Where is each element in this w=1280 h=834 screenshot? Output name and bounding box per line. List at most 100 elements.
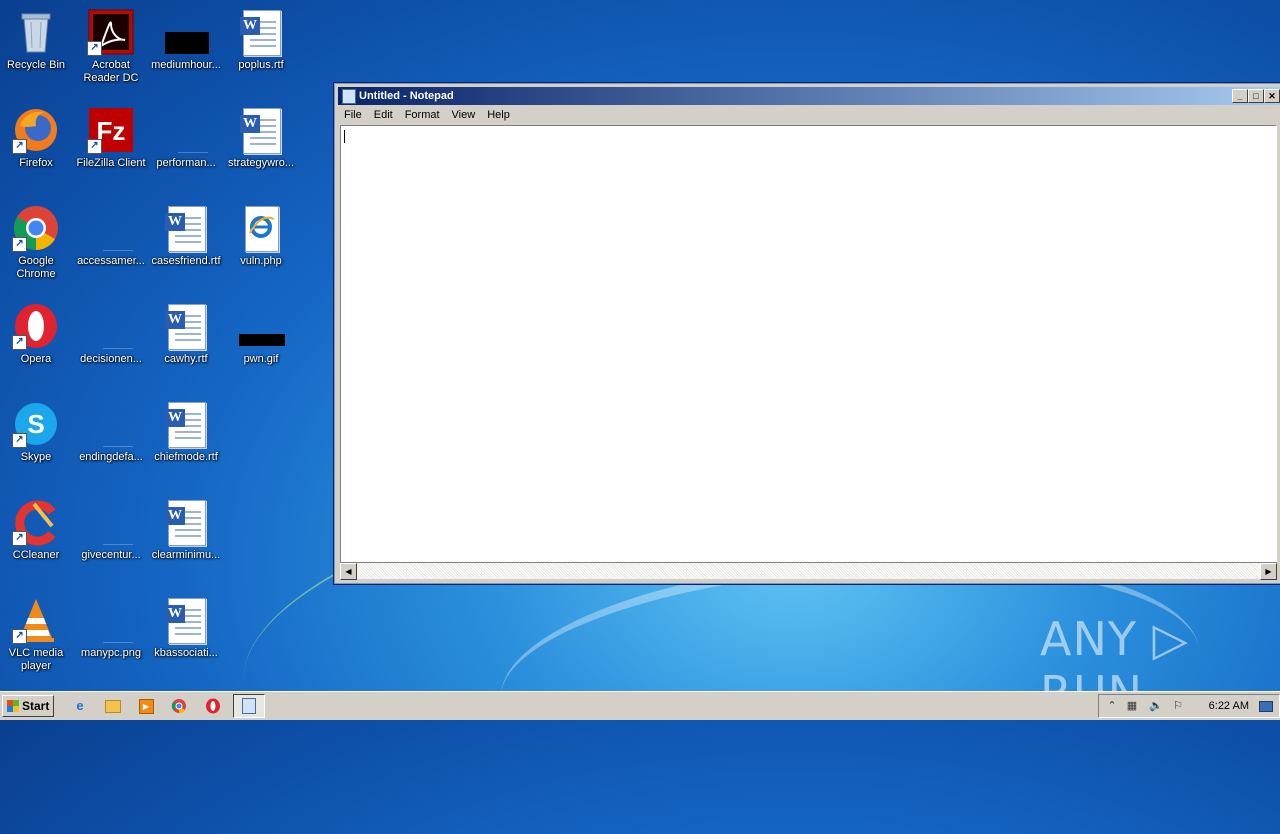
recycle-bin-icon [12,8,60,56]
clock[interactable]: 6:22 AM [1209,695,1249,717]
desktop-icon-opera[interactable]: ↗ Opera [0,298,74,388]
desktop-icon-skype[interactable]: S ↗ Skype [0,396,74,486]
desktop-icon-label: CCleaner [12,549,60,561]
desktop-icon-label: cawhy.rtf [164,353,208,365]
desktop-icon-label: poplus.rtf [238,59,284,71]
file-icon [87,400,135,448]
desktop-icon-accessamer[interactable]: accessamer... [73,200,149,290]
desktop-icon-clearminimu[interactable]: W clearminimu... [148,494,224,584]
desktop-icon-label: Google Chrome [16,255,56,280]
menu-view[interactable]: View [446,107,482,124]
taskbar-notepad-button[interactable] [233,694,265,718]
desktop-icon-strategywro[interactable]: W strategywro... [223,102,299,192]
desktop-icon-label: performan... [156,157,216,169]
skype-icon: S ↗ [12,400,60,448]
desktop-icon-givecentur[interactable]: givecentur... [73,494,149,584]
desktop-icon-filezilla[interactable]: Fz ↗ FileZilla Client [73,102,149,192]
desktop-icon-label: Skype [20,451,52,463]
word-doc-icon: W [162,400,210,448]
opera-icon: ↗ [12,302,60,350]
chrome-launch-icon[interactable] [170,697,188,715]
start-button[interactable]: Start [2,695,54,717]
desktop-icon-endingdefa[interactable]: endingdefa... [73,396,149,486]
desktop-icon-manypc[interactable]: manypc.png [73,592,149,682]
window-title: Untitled - Notepad [359,90,454,102]
desktop-icon-pwn-gif[interactable]: pwn.gif [223,298,299,388]
menu-file[interactable]: File [338,107,368,124]
window-titlebar[interactable]: Untitled - Notepad _ □ ✕ [338,87,1280,105]
menu-edit[interactable]: Edit [368,107,399,124]
desktop-icon-vuln-php[interactable]: vuln.php [223,200,299,290]
file-icon [87,204,135,252]
desktop-icon-ccleaner[interactable]: ↗ CCleaner [0,494,74,584]
action-center-flag-icon[interactable]: ⚐ [1171,699,1185,713]
windows-logo-icon [7,700,19,712]
desktop-icon-label: manypc.png [81,647,141,659]
desktop-icon-label: VLC media player [8,647,64,672]
opera-launch-icon[interactable] [204,697,222,715]
desktop-icon-chiefmode[interactable]: W chiefmode.rtf [148,396,224,486]
desktop-icon-firefox[interactable]: ↗ Firefox [0,102,74,192]
desktop-icon-label: Firefox [19,157,53,169]
system-tray: ⌃ ▦ 🔈 ⚐ 6:22 AM [1098,694,1280,718]
desktop-icon-cawhy[interactable]: W cawhy.rtf [148,298,224,388]
desktop-icon-label: clearminimu... [151,549,221,561]
shortcut-arrow-icon: ↗ [12,335,27,350]
desktop-icon-decisionen[interactable]: decisionen... [73,298,149,388]
shortcut-arrow-icon: ↗ [12,237,27,252]
file-icon [162,106,210,154]
taskbar: Start e ▶ ⌃ ▦ 🔈 ⚐ 6:22 AM [0,691,1280,720]
desktop-icon-label: Opera [20,353,52,365]
maximize-button[interactable]: □ [1248,89,1264,103]
desktop-icon-label: pwn.gif [243,353,279,365]
minimize-button[interactable]: _ [1232,89,1248,103]
ie-launch-icon[interactable]: e [71,697,89,715]
desktop-icon-chrome[interactable]: ↗ Google Chrome [0,200,74,290]
notepad-icon [342,89,356,104]
file-icon [87,596,135,644]
menu-bar: File Edit Format View Help [338,107,1280,124]
desktop-icon-vlc[interactable]: ↗ VLC media player [0,592,74,682]
show-desktop-icon[interactable] [1259,699,1273,713]
text-editor[interactable] [340,125,1277,567]
firefox-icon: ↗ [12,106,60,154]
image-thumb-icon [162,8,210,56]
desktop-icon-label: accessamer... [77,255,145,267]
desktop-icon-recycle-bin[interactable]: Recycle Bin [0,4,74,94]
scroll-left-button[interactable]: ◀ [340,563,357,580]
explorer-launch-icon[interactable] [104,697,122,715]
scroll-right-button[interactable]: ▶ [1260,563,1277,580]
file-icon [87,498,135,546]
network-icon[interactable]: ▦ [1125,699,1139,713]
word-doc-icon: W [162,596,210,644]
desktop-icon-performan[interactable]: performan... [148,102,224,192]
media-player-launch-icon[interactable]: ▶ [137,697,155,715]
chrome-icon: ↗ [12,204,60,252]
desktop-icon-poplus[interactable]: W poplus.rtf [223,4,299,94]
horizontal-scrollbar[interactable]: ◀ ▶ [340,562,1277,580]
volume-icon[interactable]: 🔈 [1149,699,1163,713]
word-doc-icon: W [162,204,210,252]
word-doc-icon: W [237,8,285,56]
close-button[interactable]: ✕ [1264,89,1280,103]
desktop-icon-label: Recycle Bin [6,59,66,71]
desktop-icon-kbassociati[interactable]: W kbassociati... [148,592,224,682]
show-hidden-icons-icon[interactable]: ⌃ [1105,699,1119,713]
vlc-icon: ↗ [12,596,60,644]
shortcut-arrow-icon: ↗ [12,531,27,546]
acrobat-icon: ↗ [87,8,135,56]
desktop-icon-acrobat[interactable]: ↗ Acrobat Reader DC [73,4,149,94]
shortcut-arrow-icon: ↗ [87,41,102,56]
desktop-icon-label: vuln.php [240,255,282,267]
desktop-icon-casesfriend[interactable]: W casesfriend.rtf [148,200,224,290]
ccleaner-icon: ↗ [12,498,60,546]
svg-text:S: S [27,409,44,439]
word-doc-icon: W [237,106,285,154]
desktop-icon-label: kbassociati... [154,647,218,659]
notepad-window[interactable]: Untitled - Notepad _ □ ✕ File Edit Format V… [334,83,1280,584]
file-icon [87,302,135,350]
desktop-icon-mediumhour[interactable]: mediumhour... [148,4,224,94]
menu-help[interactable]: Help [481,107,516,124]
notepad-icon [242,698,256,714]
menu-format[interactable]: Format [399,107,446,124]
